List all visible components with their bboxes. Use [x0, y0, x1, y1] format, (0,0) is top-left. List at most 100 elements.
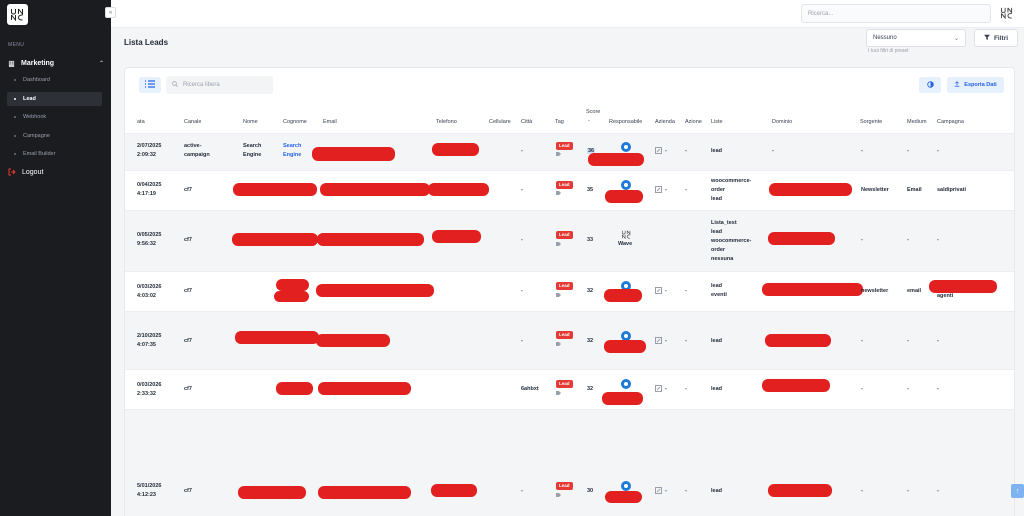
theme-toggle-button[interactable] [919, 77, 941, 93]
col-header-responsabile[interactable]: Responsabile [609, 119, 642, 125]
lead-tag-badge[interactable]: Lead [556, 142, 573, 150]
table-row[interactable]: 0/03/2026 2:33:32 cf7 6ahbxt Lead 32 - -… [125, 369, 1014, 409]
edit-icon[interactable] [655, 287, 662, 294]
building-icon [8, 60, 15, 67]
user-avatar-icon[interactable] [621, 481, 631, 491]
nav-group-marketing[interactable]: Marketing ⌃ [8, 57, 104, 69]
lead-citta: - [521, 187, 523, 193]
table-row[interactable]: 0/03/2026 4:03:02 cf7 - Lead 32 - - lead… [125, 271, 1014, 311]
lead-tag-badge[interactable]: Lead [556, 181, 573, 189]
lead-sorgente: - [861, 488, 863, 494]
col-header-dominio[interactable]: Dominio [772, 119, 792, 125]
lead-campagna: - [937, 488, 939, 494]
free-search-input[interactable]: Ricerca libera [166, 76, 273, 94]
redacted-responsabile [602, 392, 643, 405]
redacted-dominio [769, 183, 852, 196]
lead-date: 0/05/2025 [137, 232, 162, 238]
lead-campagna: - [937, 148, 939, 154]
edit-icon[interactable] [655, 487, 662, 494]
col-header-email[interactable]: Email [323, 119, 337, 125]
table-row[interactable]: 5/01/2026 4:12:23 cf7 - Lead 30 - - lead… [125, 409, 1014, 516]
lead-azienda: - [665, 288, 667, 294]
page-title: Lista Leads [124, 38, 169, 47]
col-header-citta[interactable]: Città [521, 119, 532, 125]
bullet-icon [14, 116, 16, 118]
lead-score: 32 [587, 338, 594, 344]
wave-logo-icon [621, 230, 632, 239]
lead-nome: Search [243, 143, 262, 149]
sidebar-item-email-builder[interactable]: Email Builder [7, 147, 102, 161]
score-sort-indicator[interactable]: - [588, 118, 590, 124]
lead-azione: - [685, 338, 687, 344]
table-row[interactable]: 2/10/2025 4:07:35 cf7 - Lead 32 - - lead… [125, 311, 1014, 369]
col-header-liste[interactable]: Liste [711, 119, 723, 125]
lead-canale: cf7 [184, 338, 192, 344]
lead-tag-badge[interactable]: Lead [556, 482, 573, 490]
sidebar-item-label: Lead [23, 96, 36, 102]
preset-filter-select[interactable]: Nessuno ⌄ [866, 29, 966, 47]
lead-cognome-link[interactable]: Search [283, 142, 301, 151]
sidebar-item-webhook[interactable]: Webhook [7, 110, 102, 124]
user-avatar-icon[interactable] [621, 379, 631, 389]
global-search-input[interactable]: Ricerca... [801, 4, 991, 23]
sidebar-item-label: Campagne [23, 133, 50, 139]
edit-icon[interactable] [655, 337, 662, 344]
user-avatar-icon[interactable] [621, 180, 631, 190]
tag-icon [556, 391, 561, 395]
lead-tag-badge[interactable]: Lead [556, 282, 573, 290]
lead-medium: - [907, 338, 909, 344]
lead-lista: order [711, 187, 726, 193]
lead-score: 32 [587, 386, 594, 392]
col-header-campagna[interactable]: Campagna [937, 119, 964, 125]
bullet-icon [14, 98, 16, 100]
list-view-button[interactable] [139, 77, 161, 93]
edit-icon[interactable] [655, 385, 662, 392]
user-head-icon [624, 381, 628, 386]
sidebar-item-campagne[interactable]: Campagne [7, 129, 102, 143]
lead-tag-badge[interactable]: Lead [556, 231, 573, 239]
export-data-button[interactable]: Esporta Dati [947, 77, 1004, 93]
sidebar-item-lead[interactable]: Lead [7, 92, 102, 106]
filters-button[interactable]: Filtri [974, 29, 1018, 47]
tag-icon [556, 191, 561, 195]
lead-tag-badge[interactable]: Lead [556, 380, 573, 388]
lead-canale: active- [184, 143, 202, 149]
tag-icon [556, 293, 561, 297]
col-header-azienda[interactable]: Azienda [655, 119, 675, 125]
col-header-telefono[interactable]: Telefono [436, 119, 457, 125]
lead-medium: - [907, 488, 909, 494]
col-header-sorgente[interactable]: Sorgente [860, 119, 882, 125]
lead-tag-badge[interactable]: Lead [556, 331, 573, 339]
col-header-score[interactable]: Score [586, 109, 600, 115]
redacted-nome [235, 331, 319, 344]
contrast-icon [926, 80, 934, 90]
col-header-azione[interactable]: Azione [685, 119, 702, 125]
logout-button[interactable]: Logout [8, 168, 43, 176]
lead-cognome-link[interactable]: Engine [283, 151, 301, 160]
redacted-responsabile [604, 289, 642, 302]
col-header-tag[interactable]: Tag [555, 119, 564, 125]
col-header-cognome[interactable]: Cognome [283, 119, 307, 125]
col-header-canale[interactable]: Canale [184, 119, 201, 125]
col-header-cellulare[interactable]: Cellulare [489, 119, 511, 125]
col-header-nome[interactable]: Nome [243, 119, 258, 125]
redacted-responsabile [605, 190, 643, 203]
redacted-email [318, 382, 411, 395]
edit-icon[interactable] [655, 147, 662, 154]
lead-citta: - [521, 288, 523, 294]
col-header-data[interactable]: ata [137, 119, 145, 125]
table-row[interactable]: 0/04/2025 4:17:19 cf7 - Lead 35 - - wooc… [125, 170, 1014, 210]
table-row[interactable]: 0/05/2025 9:56:32 cf7 - Lead 33 Wave Lis… [125, 210, 1014, 271]
sidebar-collapse-button[interactable]: « [105, 7, 116, 18]
logo-mark-icon [11, 8, 23, 21]
edit-icon[interactable] [655, 186, 662, 193]
app-logo[interactable] [7, 4, 28, 25]
col-header-medium[interactable]: Medium [907, 119, 927, 125]
table-row[interactable]: 2/07/2025 2:09:32 active- campaign Searc… [125, 133, 1014, 170]
lead-date: 0/03/2026 [137, 284, 162, 290]
sidebar-item-dashboard[interactable]: Dashboard [7, 73, 102, 87]
redacted-dominio [768, 232, 835, 245]
scroll-to-top-button[interactable]: ↑ [1011, 484, 1024, 498]
lead-azienda: - [665, 338, 667, 344]
user-avatar-icon[interactable] [621, 142, 631, 152]
